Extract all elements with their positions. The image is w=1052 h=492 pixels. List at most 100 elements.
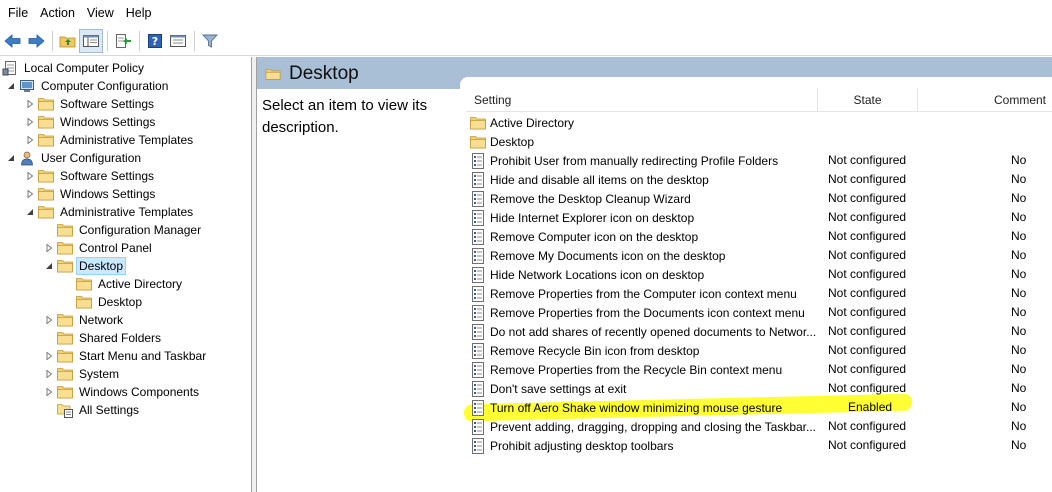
tree-item[interactable]: Shared Folders: [44, 329, 163, 347]
setting-row[interactable]: Don't save settings at exit Not configure…: [466, 379, 1052, 398]
tree-item[interactable]: Administrative Templates: [25, 131, 195, 149]
setting-name-cell: Hide and disable all items on the deskto…: [470, 170, 820, 189]
help-icon[interactable]: ?: [144, 30, 166, 52]
collapsed-arrow-icon[interactable]: [25, 167, 35, 185]
setting-row[interactable]: Remove Properties from the Documents ico…: [466, 303, 1052, 322]
tree-item-label: Windows Settings: [60, 115, 156, 129]
menu-bar: File Action View Help: [0, 0, 1052, 26]
menu-help[interactable]: Help: [120, 6, 158, 20]
setting-name: Remove My Documents icon on the desktop: [490, 248, 726, 263]
setting-state: Not configured: [828, 324, 907, 338]
tree-item[interactable]: Windows Settings: [25, 185, 157, 203]
expanded-arrow-icon[interactable]: [25, 203, 35, 221]
collapsed-arrow-icon[interactable]: [44, 311, 54, 329]
tree-item[interactable]: Active Directory: [63, 275, 184, 293]
policy-setting-icon: [470, 361, 486, 378]
properties-icon[interactable]: [167, 30, 189, 52]
setting-state: Not configured: [828, 267, 907, 281]
setting-row[interactable]: Prohibit adjusting desktop toolbars Not c…: [466, 436, 1052, 455]
tree-item-label: Software Settings: [60, 169, 155, 183]
tree-item[interactable]: Configuration Manager: [44, 221, 203, 239]
up-folder-icon[interactable]: [57, 30, 79, 52]
policy-setting-icon: [470, 304, 486, 321]
tree-item-label: System: [79, 367, 120, 381]
setting-row[interactable]: Hide and disable all items on the deskto…: [466, 170, 1052, 189]
setting-comment: No: [1011, 381, 1027, 395]
setting-name: Active Directory: [490, 115, 575, 130]
menu-action[interactable]: Action: [34, 6, 81, 20]
setting-comment: No: [1011, 362, 1027, 376]
setting-row[interactable]: Prevent adding, dragging, dropping and c…: [466, 417, 1052, 436]
setting-row[interactable]: Remove Properties from the Computer icon…: [466, 284, 1052, 303]
folder-row[interactable]: Desktop: [466, 132, 1052, 151]
setting-name-cell: Remove My Documents icon on the desktop: [470, 246, 820, 265]
tree-item-label: Windows Components: [79, 385, 200, 399]
setting-row[interactable]: Prohibit User from manually redirecting …: [466, 151, 1052, 170]
folder-icon: [57, 348, 73, 364]
show-hide-tree-icon[interactable]: [79, 28, 103, 53]
list-header: Setting State Comment: [466, 88, 1052, 112]
tree-item[interactable]: Desktop: [44, 257, 127, 275]
expanded-arrow-icon[interactable]: [6, 77, 16, 95]
tree-item[interactable]: Start Menu and Taskbar: [44, 347, 208, 365]
forward-arrow-icon[interactable]: [25, 30, 47, 52]
filter-icon[interactable]: [199, 30, 221, 52]
setting-row[interactable]: Do not add shares of recently opened doc…: [466, 322, 1052, 341]
setting-row[interactable]: Remove Computer icon on the desktop Not c…: [466, 227, 1052, 246]
toolbar-separator: [52, 30, 53, 51]
folder-icon: [57, 240, 73, 256]
panel-title-text: Desktop: [289, 63, 359, 84]
tree-item[interactable]: User Configuration: [6, 149, 143, 167]
menu-file[interactable]: File: [2, 6, 34, 20]
folder-row[interactable]: Active Directory: [466, 113, 1052, 132]
toolbar-separator: [139, 30, 140, 51]
expanded-arrow-icon[interactable]: [44, 257, 54, 275]
tree-item[interactable]: Software Settings: [25, 95, 156, 113]
tree-item[interactable]: Administrative Templates: [25, 203, 195, 221]
tree-item[interactable]: Desktop: [63, 293, 144, 311]
menu-view[interactable]: View: [81, 6, 120, 20]
collapsed-arrow-icon[interactable]: [25, 113, 35, 131]
setting-comment: No: [1011, 438, 1027, 452]
collapsed-arrow-icon[interactable]: [44, 347, 54, 365]
folder-icon: [38, 114, 54, 130]
tree-item-label: Desktop: [75, 257, 127, 275]
collapsed-arrow-icon[interactable]: [44, 365, 54, 383]
folder-icon: [38, 96, 54, 112]
tree-item[interactable]: Software Settings: [25, 167, 156, 185]
folder-icon: [38, 186, 54, 202]
export-list-icon[interactable]: [112, 30, 134, 52]
tree-item-label: Control Panel: [79, 241, 152, 255]
tree-item[interactable]: System: [44, 365, 121, 383]
setting-comment: No: [1011, 286, 1027, 300]
tree-item[interactable]: Local Computer Policy: [2, 59, 146, 77]
collapsed-arrow-icon[interactable]: [44, 383, 54, 401]
column-header-state[interactable]: State: [818, 88, 918, 112]
setting-row[interactable]: Remove Properties from the Recycle Bin c…: [466, 360, 1052, 379]
column-header-setting[interactable]: Setting: [466, 88, 818, 112]
setting-row[interactable]: Turn off Aero Shake window minimizing mo…: [466, 398, 1052, 417]
tree-item[interactable]: Windows Components: [44, 383, 201, 401]
tree-item[interactable]: All Settings: [44, 401, 141, 419]
tree-item[interactable]: Windows Settings: [25, 113, 157, 131]
back-arrow-icon[interactable]: [2, 30, 24, 52]
collapsed-arrow-icon[interactable]: [44, 239, 54, 257]
setting-row[interactable]: Remove My Documents icon on the desktop N…: [466, 246, 1052, 265]
setting-row[interactable]: Remove the Desktop Cleanup Wizard Not con…: [466, 189, 1052, 208]
collapsed-arrow-icon[interactable]: [25, 185, 35, 203]
setting-row[interactable]: Hide Network Locations icon on desktop No…: [466, 265, 1052, 284]
tree-item[interactable]: Control Panel: [44, 239, 154, 257]
tree-item[interactable]: Network: [44, 311, 125, 329]
setting-comment: No: [1011, 324, 1027, 338]
expanded-arrow-icon[interactable]: [6, 149, 16, 167]
collapsed-arrow-icon[interactable]: [25, 95, 35, 113]
setting-comment: No: [1011, 305, 1027, 319]
setting-row[interactable]: Remove Recycle Bin icon from desktop Not …: [466, 341, 1052, 360]
column-header-comment[interactable]: Comment: [918, 88, 1052, 112]
collapsed-arrow-icon[interactable]: [25, 131, 35, 149]
panel-header: Desktop: [257, 57, 1052, 91]
toolbar: ?: [0, 26, 1052, 56]
setting-row[interactable]: Hide Internet Explorer icon on desktop No…: [466, 208, 1052, 227]
tree-item[interactable]: Computer Configuration: [6, 77, 170, 95]
